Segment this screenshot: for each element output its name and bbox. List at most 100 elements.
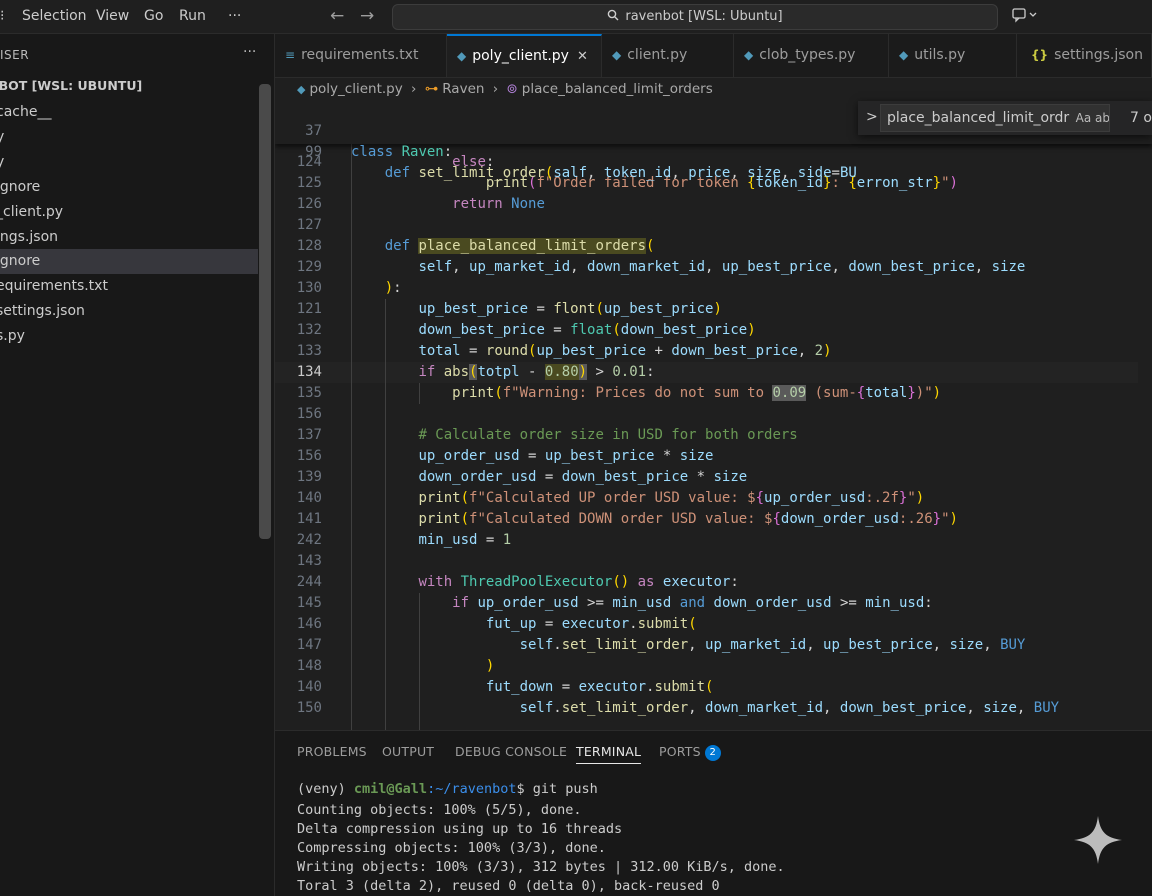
tree-item[interactable]: y bbox=[0, 150, 258, 175]
menu-icon[interactable]: ⁝ bbox=[0, 8, 4, 24]
tab-poly-client[interactable]: ◆ poly_client.py ✕ bbox=[447, 34, 602, 77]
menu-more-button[interactable]: ··· bbox=[228, 8, 241, 24]
breadcrumb-method[interactable]: place_balanced_limit_orders bbox=[522, 81, 713, 97]
tree-item[interactable]: ings.json bbox=[0, 225, 258, 250]
tree-item[interactable]: settings.json bbox=[0, 299, 258, 324]
terminal-output-line: Delta compression using up to 16 threads bbox=[297, 821, 623, 837]
code-line: 132 down_best_price = float(down_best_pr… bbox=[296, 322, 756, 338]
terminal-output-line: Toral 3 (delta 2), reused 0 (delta 0), b… bbox=[297, 878, 720, 894]
code-line: 156 up_order_usd = up_best_price * size bbox=[296, 448, 714, 464]
tab-settings-json[interactable]: {} settings.json bbox=[1017, 34, 1152, 77]
tab-problems[interactable]: PROBLEMS bbox=[297, 744, 367, 759]
command-center-search[interactable]: ravenbot [WSL: Ubuntu] bbox=[392, 4, 998, 30]
bottom-panel: PROBLEMS OUTPUT DEBUG CONSOLE TERMINAL P… bbox=[275, 730, 1152, 896]
terminal-output-line: Compressing objects: 100% (3/3), done. bbox=[297, 840, 606, 856]
search-icon bbox=[607, 5, 619, 29]
explorer-scrollbar[interactable] bbox=[259, 84, 271, 539]
tab-debug-console[interactable]: DEBUG CONSOLE bbox=[455, 744, 567, 759]
tree-item[interactable]: y bbox=[0, 125, 258, 150]
tree-item[interactable]: ignore bbox=[0, 175, 258, 200]
tree-item[interactable]: cache__ bbox=[0, 100, 258, 125]
editor-scrollbar[interactable] bbox=[1138, 100, 1152, 730]
code-line: 156 bbox=[296, 406, 322, 422]
tab-requirements[interactable]: ≡ requirements.txt bbox=[275, 34, 447, 77]
tab-output[interactable]: OUTPUT bbox=[382, 744, 434, 759]
code-line: 140 print(f"Calculated UP order USD valu… bbox=[296, 490, 925, 506]
copilot-chat-icon[interactable] bbox=[1012, 7, 1038, 27]
command-center-label: ravenbot [WSL: Ubuntu] bbox=[625, 9, 783, 24]
code-line: 140 fut_down = executor.submit( bbox=[296, 679, 714, 695]
tab-ports[interactable]: PORTS 2 bbox=[659, 744, 721, 761]
code-line: 147 self.set_limit_order, up_market_id, … bbox=[296, 637, 1026, 653]
terminal-output-line: Writing objects: 100% (3/3), 312 bytes |… bbox=[297, 859, 785, 875]
find-options-icons[interactable]: Aa ab * bbox=[1076, 111, 1109, 125]
code-line: 244 with ThreadPoolExecutor() as executo… bbox=[296, 574, 739, 590]
code-editor[interactable]: 37 class Raven: 99 def set_limit_order(s… bbox=[275, 100, 1152, 730]
chevron-right-icon: › bbox=[492, 81, 499, 97]
explorer-header: ISER bbox=[0, 48, 30, 62]
method-icon: ⊚ bbox=[506, 81, 518, 97]
code-line: 137 # Calculate order size in USD for bo… bbox=[296, 427, 798, 443]
close-icon[interactable]: ✕ bbox=[577, 49, 588, 64]
find-match-count: 7 o bbox=[1130, 110, 1152, 126]
tree-item[interactable]: _client.py bbox=[0, 200, 258, 225]
breadcrumb: ◆ poly_client.py › ⊶ Raven › ⊚ place_balanc… bbox=[275, 78, 1152, 100]
menu-go[interactable]: Go bbox=[144, 8, 163, 24]
code-line: 129 self, up_market_id, down_market_id, … bbox=[296, 259, 1026, 275]
menu-selection[interactable]: Selection bbox=[22, 8, 87, 24]
find-input[interactable]: place_balanced_limit_ordr Aa ab * bbox=[880, 104, 1110, 132]
code-line: 121 up_best_price = flont(up_best_price) bbox=[296, 301, 722, 317]
code-line: 133 total = round(up_best_price + down_b… bbox=[296, 343, 832, 359]
code-line: 242 min_usd = 1 bbox=[296, 532, 512, 548]
forward-arrow-icon[interactable]: → bbox=[360, 6, 374, 26]
class-icon: ⊶ bbox=[424, 81, 439, 97]
code-line: 150 self.set_limit_order, down_market_id… bbox=[296, 700, 1060, 716]
back-arrow-icon[interactable]: ← bbox=[330, 6, 344, 26]
python-icon: ◆ bbox=[744, 48, 754, 62]
tab-client[interactable]: ◆ client.py bbox=[602, 34, 734, 77]
tab-clob-types[interactable]: ◆ clob_types.py bbox=[734, 34, 889, 77]
tree-item-selected[interactable]: ignore bbox=[0, 249, 258, 274]
code-line: 130 ): bbox=[296, 280, 402, 296]
json-icon: {} bbox=[1031, 48, 1049, 62]
tab-terminal[interactable]: TERMINAL bbox=[576, 744, 642, 764]
explorer-root-folder[interactable]: IBOT [WSL: UBUNTU] bbox=[0, 78, 142, 93]
file-icon: ≡ bbox=[285, 48, 296, 62]
menu-run[interactable]: Run bbox=[179, 8, 206, 24]
code-line: 135 print(f"Warning: Prices do not sum t… bbox=[296, 385, 942, 401]
code-line: 148 ) bbox=[296, 658, 495, 674]
sparkle-icon bbox=[1074, 816, 1122, 864]
code-line: 145 if up_order_usd >= min_usd and down_… bbox=[296, 595, 933, 611]
menu-view[interactable]: View bbox=[96, 8, 129, 24]
code-line: 143 bbox=[296, 553, 322, 569]
explorer-more-button[interactable]: ··· bbox=[243, 44, 256, 60]
python-icon: ◆ bbox=[457, 49, 467, 63]
find-widget: > place_balanced_limit_ordr Aa ab * 7 o bbox=[858, 101, 1152, 135]
tree-item[interactable]: equirements.txt bbox=[0, 274, 258, 299]
code-line: 126 return None bbox=[296, 196, 545, 212]
explorer-sidebar: ISER ··· IBOT [WSL: UBUNTU] cache__ y y … bbox=[0, 34, 275, 896]
breadcrumb-file[interactable]: poly_client.py bbox=[309, 81, 402, 97]
indent-guide bbox=[385, 299, 386, 730]
title-bar: ⁝ Selection View Go Run ··· ← → ravenbot… bbox=[0, 0, 1152, 34]
indent-guide bbox=[351, 144, 352, 730]
editor-tabs: ≡ requirements.txt ◆ poly_client.py ✕ ◆ clie… bbox=[275, 34, 1152, 78]
ports-count-badge: 2 bbox=[704, 745, 721, 761]
code-line: 141 print(f"Calculated DOWN order USD va… bbox=[296, 511, 958, 527]
chevron-right-icon: › bbox=[411, 81, 417, 97]
chevron-right-icon[interactable]: > bbox=[866, 109, 878, 125]
code-line: 127 bbox=[296, 217, 322, 233]
python-icon: ◆ bbox=[899, 48, 909, 62]
python-icon: ◆ bbox=[297, 83, 306, 96]
python-icon: ◆ bbox=[612, 48, 622, 62]
breadcrumb-class[interactable]: Raven bbox=[442, 81, 484, 97]
code-line-current: 134 if abs(totpl - 0.80) > 0.01: bbox=[275, 362, 1152, 383]
tree-item[interactable]: s.py bbox=[0, 324, 258, 349]
indent-guide bbox=[419, 593, 420, 730]
tab-utils[interactable]: ◆ utils.py bbox=[889, 34, 1017, 77]
code-line: 128 def place_balanced_limit_orders( bbox=[296, 238, 655, 254]
terminal-output-line: Counting objects: 100% (5/5), done. bbox=[297, 802, 582, 818]
terminal-prompt: (veny) cmil@Gall:~/ravenbot$ git push bbox=[297, 781, 598, 797]
indent-guide bbox=[419, 383, 420, 404]
code-line: 146 fut_up = executor.submit( bbox=[296, 616, 697, 632]
